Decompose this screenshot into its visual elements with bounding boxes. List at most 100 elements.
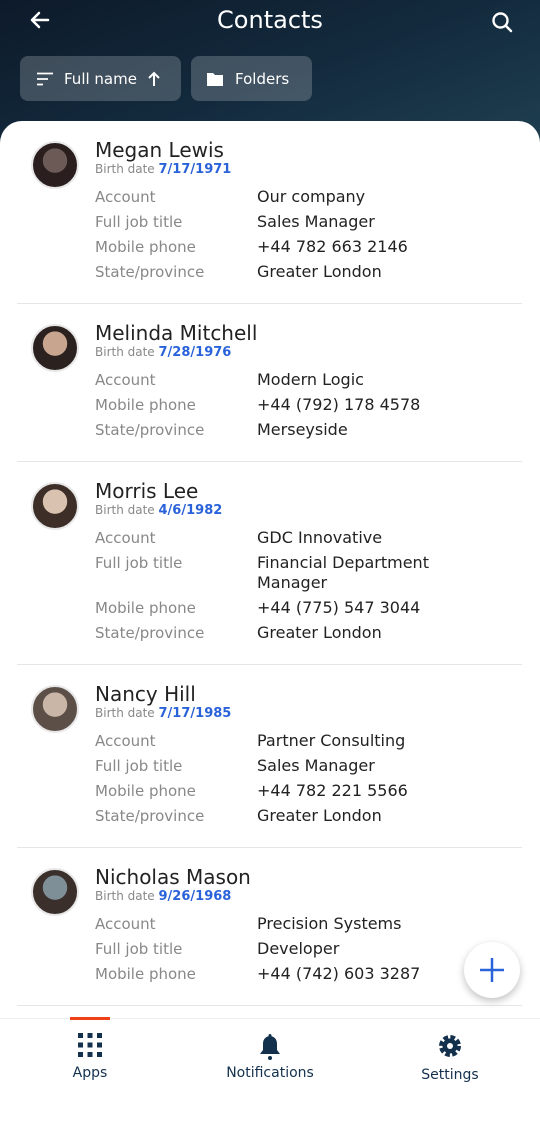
- contact-name: Megan Lewis: [95, 138, 224, 162]
- field-label: Full job title: [95, 939, 183, 958]
- birth-label: Birth date: [95, 503, 155, 517]
- contact-name: Nicholas Mason: [95, 865, 251, 889]
- birth-date: Birth date 7/17/1971: [95, 162, 522, 177]
- field-value: +44 782 663 2146: [257, 236, 408, 256]
- field-row: Account GDC Innovative: [95, 525, 522, 550]
- field-row: Mobile phone +44 782 663 2146: [95, 234, 522, 259]
- field-value: +44 (775) 547 3044: [257, 597, 421, 617]
- field-label: Mobile phone: [95, 395, 196, 414]
- field-label: Account: [95, 731, 156, 750]
- birth-date-value: 7/17/1971: [158, 162, 232, 177]
- add-contact-button[interactable]: [464, 942, 520, 998]
- field-value: Merseyside: [257, 419, 348, 439]
- field-value: Precision Systems: [257, 913, 402, 933]
- nav-label: Settings: [421, 1067, 479, 1083]
- field-value: Our company: [257, 186, 366, 206]
- field-label: Full job title: [95, 756, 183, 775]
- birth-date-value: 7/28/1976: [158, 345, 232, 360]
- field-row: Mobile phone +44 (775) 547 3044: [95, 595, 522, 620]
- field-label: State/province: [95, 623, 205, 642]
- birth-date: Birth date 4/6/1982: [95, 503, 522, 518]
- field-label: Full job title: [95, 212, 183, 231]
- bottom-nav: Apps Notifications Settings: [0, 1017, 540, 1100]
- field-label: Mobile phone: [95, 237, 196, 256]
- field-label: Account: [95, 528, 156, 547]
- birth-date-value: 4/6/1982: [158, 503, 223, 518]
- field-value: Partner Consulting: [257, 730, 406, 750]
- field-label: Mobile phone: [95, 598, 196, 617]
- contact-item[interactable]: Melinda Mitchell Birth date 7/28/1976 Acc…: [17, 304, 522, 462]
- field-value: Greater London: [257, 622, 382, 642]
- birth-date: Birth date 7/28/1976: [95, 345, 522, 360]
- avatar: [31, 482, 79, 530]
- folders-button[interactable]: Folders: [191, 56, 312, 101]
- gear-icon: [439, 1035, 461, 1057]
- contact-name: Nancy Hill: [95, 682, 196, 706]
- folder-icon: [207, 72, 223, 86]
- contact-item[interactable]: Megan Lewis Birth date 7/17/1971 Account O…: [17, 121, 522, 304]
- contact-name: Melinda Mitchell: [95, 321, 258, 345]
- field-row: Full job title Sales Manager: [95, 753, 522, 778]
- field-row: Account Precision Systems: [95, 911, 522, 936]
- birth-date-value: 7/17/1985: [158, 706, 232, 721]
- field-value: Greater London: [257, 805, 382, 825]
- field-value: Developer: [257, 938, 340, 958]
- field-label: Full job title: [95, 553, 183, 572]
- field-row: Mobile phone +44 (792) 178 4578: [95, 392, 522, 417]
- nav-label: Apps: [72, 1065, 108, 1081]
- field-row: State/province Merseyside: [95, 417, 522, 442]
- birth-label: Birth date: [95, 345, 155, 359]
- sort-label: Full name: [64, 69, 137, 88]
- folders-label: Folders: [235, 69, 290, 88]
- arrow-up-icon: [148, 71, 160, 86]
- field-value: Sales Manager: [257, 755, 375, 775]
- field-value: +44 782 221 5566: [257, 780, 408, 800]
- birth-date: Birth date 7/17/1985: [95, 706, 522, 721]
- field-row: Mobile phone +44 782 221 5566: [95, 778, 522, 803]
- avatar: [31, 324, 79, 372]
- field-row: Full job title Sales Manager: [95, 209, 522, 234]
- sort-icon: [37, 72, 53, 85]
- nav-apps[interactable]: Apps: [0, 1019, 180, 1100]
- avatar: [31, 141, 79, 189]
- birth-date: Birth date 9/26/1968: [95, 889, 522, 904]
- nav-label: Notifications: [226, 1065, 314, 1081]
- contact-item[interactable]: Nancy Hill Birth date 7/17/1985 Account Pa…: [17, 665, 522, 848]
- field-row: State/province Greater London: [95, 803, 522, 828]
- sort-button[interactable]: Full name: [20, 56, 181, 101]
- avatar: [31, 685, 79, 733]
- field-label: Mobile phone: [95, 964, 196, 983]
- nav-settings[interactable]: Settings: [360, 1019, 540, 1100]
- contact-list: Megan Lewis Birth date 7/17/1971 Account O…: [0, 121, 540, 1121]
- field-row: State/province Greater London: [95, 259, 522, 284]
- avatar: [31, 868, 79, 916]
- nav-notifications[interactable]: Notifications: [180, 1019, 360, 1100]
- field-value: Financial Department Manager: [257, 552, 429, 592]
- field-row: Mobile phone +44 (742) 603 3287: [95, 961, 522, 986]
- search-icon[interactable]: [490, 10, 514, 34]
- birth-label: Birth date: [95, 162, 155, 176]
- field-value: Modern Logic: [257, 369, 364, 389]
- contact-item[interactable]: Morris Lee Birth date 4/6/1982 Account GDC…: [17, 462, 522, 665]
- field-label: Account: [95, 370, 156, 389]
- field-value: +44 (792) 178 4578: [257, 394, 421, 414]
- plus-icon: [480, 958, 504, 982]
- field-value: Sales Manager: [257, 211, 375, 231]
- field-label: Mobile phone: [95, 781, 196, 800]
- field-label: Account: [95, 187, 156, 206]
- birth-label: Birth date: [95, 889, 155, 903]
- field-row: Full job title Developer: [95, 936, 522, 961]
- birth-date-value: 9/26/1968: [158, 889, 232, 904]
- field-value: GDC Innovative: [257, 527, 383, 547]
- field-label: State/province: [95, 806, 205, 825]
- birth-label: Birth date: [95, 706, 155, 720]
- field-row: Account Modern Logic: [95, 367, 522, 392]
- field-label: Account: [95, 914, 156, 933]
- apps-grid-icon: [78, 1033, 102, 1057]
- field-label: State/province: [95, 262, 205, 281]
- field-row: Full job title Financial Department Manag…: [95, 550, 522, 595]
- contact-item[interactable]: Nicholas Mason Birth date 9/26/1968 Accou…: [17, 848, 522, 1006]
- field-value: +44 (742) 603 3287: [257, 963, 421, 983]
- field-value: Greater London: [257, 261, 382, 281]
- field-row: Account Our company: [95, 184, 522, 209]
